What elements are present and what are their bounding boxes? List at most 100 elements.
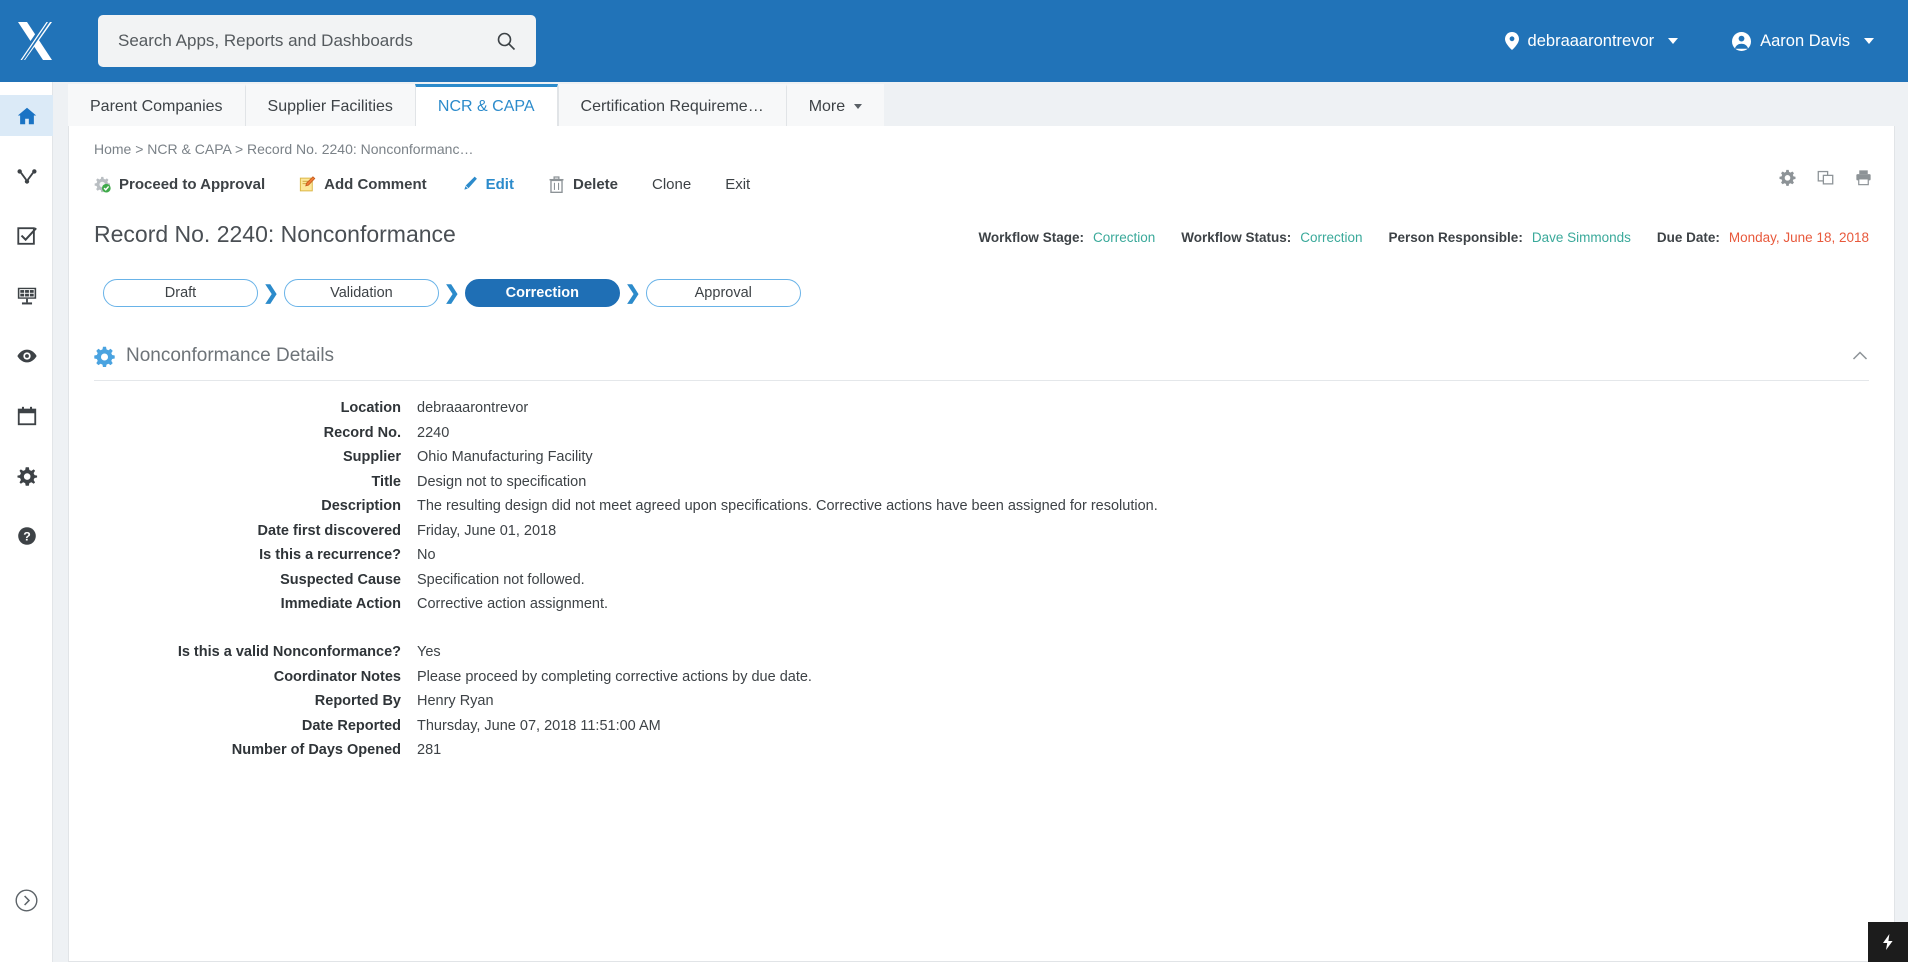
step-label: Approval bbox=[694, 285, 752, 301]
step-label: Validation bbox=[330, 285, 393, 301]
location-pin-icon bbox=[1504, 32, 1519, 50]
field-row: Date first discovered Friday, June 01, 2… bbox=[69, 523, 1894, 539]
sidebar-item-home[interactable] bbox=[0, 95, 53, 136]
field-label: Date first discovered bbox=[257, 522, 401, 539]
lightning-bolt-icon bbox=[1883, 934, 1893, 950]
tab-label: Certification Requireme… bbox=[580, 97, 764, 115]
corner-badge[interactable] bbox=[1868, 922, 1908, 962]
tab-bar: Parent Companies Supplier Facilities NCR… bbox=[53, 82, 1908, 126]
tab-parent-companies[interactable]: Parent Companies bbox=[68, 84, 245, 126]
action-label: Edit bbox=[485, 175, 514, 193]
workflow-branch-icon bbox=[16, 168, 37, 184]
field-label: Date Reported bbox=[301, 717, 401, 734]
dashboard-grid-icon bbox=[17, 287, 36, 304]
field-value: Design not to specification bbox=[417, 473, 587, 490]
field-value: 2240 bbox=[417, 424, 450, 441]
app-logo[interactable] bbox=[0, 0, 70, 82]
sidebar-item-dashboards[interactable] bbox=[0, 275, 53, 316]
sidebar-item-tasks[interactable] bbox=[0, 215, 53, 256]
duplicate-window-icon[interactable] bbox=[1817, 169, 1834, 186]
person-responsible-label: Person Responsible: bbox=[1388, 230, 1523, 245]
field-label: Record No. bbox=[323, 424, 401, 441]
trash-icon bbox=[549, 175, 564, 193]
field-label: Suspected Cause bbox=[280, 571, 401, 588]
tab-supplier-facilities[interactable]: Supplier Facilities bbox=[244, 84, 415, 126]
workflow-step-draft[interactable]: Draft bbox=[103, 279, 258, 307]
home-icon bbox=[17, 107, 36, 124]
user-avatar-icon bbox=[1732, 31, 1752, 51]
field-label: Location bbox=[340, 400, 401, 416]
field-row: Number of Days Opened 281 bbox=[69, 742, 1894, 758]
search-input[interactable]: Search Apps, Reports and Dashboards bbox=[98, 15, 536, 67]
delete-button[interactable]: Delete bbox=[548, 176, 618, 193]
pencil-icon bbox=[464, 176, 477, 190]
help-circle-icon: ? bbox=[17, 526, 36, 545]
proceed-to-approval-button[interactable]: Proceed to Approval bbox=[94, 176, 265, 193]
search-placeholder: Search Apps, Reports and Dashboards bbox=[118, 31, 413, 50]
field-row: Coordinator Notes Please proceed by comp… bbox=[69, 669, 1894, 685]
field-label: Supplier bbox=[342, 449, 401, 465]
nonconformance-detail-fields: Location debraaarontrevor Record No. 224… bbox=[69, 400, 1894, 758]
action-label: Add Comment bbox=[324, 175, 427, 193]
field-row: Is this a recurrence? No bbox=[69, 547, 1894, 563]
tab-ncr-capa[interactable]: NCR & CAPA bbox=[414, 84, 558, 126]
sidebar-item-calendar[interactable] bbox=[0, 395, 53, 436]
field-value: debraaarontrevor bbox=[417, 400, 529, 416]
chevron-right-icon: ❯ bbox=[263, 282, 279, 304]
field-row: Suspected Cause Specification not follow… bbox=[69, 572, 1894, 588]
gear-icon[interactable] bbox=[1779, 169, 1796, 186]
search-icon[interactable] bbox=[496, 31, 516, 51]
page-title: Record No. 2240: Nonconformance bbox=[94, 221, 456, 247]
gear-icon bbox=[94, 346, 115, 367]
gear-check-icon bbox=[94, 176, 111, 192]
tab-label: NCR & CAPA bbox=[437, 97, 535, 115]
chevron-up-icon[interactable] bbox=[1851, 347, 1869, 365]
sidebar-item-settings[interactable] bbox=[0, 455, 53, 496]
person-responsible-value[interactable]: Dave Simmonds bbox=[1532, 230, 1631, 245]
user-menu[interactable]: Aaron Davis bbox=[1732, 31, 1874, 51]
chevron-down-icon[interactable] bbox=[1864, 38, 1874, 44]
field-label: Immediate Action bbox=[280, 596, 401, 612]
workflow-step-correction[interactable]: Correction bbox=[464, 279, 620, 307]
sidebar-item-help[interactable]: ? bbox=[0, 515, 53, 556]
chevron-down-icon[interactable] bbox=[1668, 38, 1679, 44]
exit-button[interactable]: Exit bbox=[725, 176, 750, 193]
edit-button[interactable]: Edit bbox=[461, 176, 514, 193]
field-label: Coordinator Notes bbox=[273, 668, 401, 685]
add-comment-button[interactable]: Add Comment bbox=[299, 176, 427, 193]
workflow-stage-value[interactable]: Correction bbox=[1093, 230, 1155, 245]
tab-certification-requirements[interactable]: Certification Requireme… bbox=[557, 84, 786, 126]
field-row: Immediate Action Corrective action assig… bbox=[69, 596, 1894, 612]
field-label: Is this a recurrence? bbox=[259, 547, 401, 563]
field-label: Is this a valid Nonconformance? bbox=[177, 644, 401, 660]
field-row: Location debraaarontrevor bbox=[69, 400, 1894, 416]
print-icon[interactable] bbox=[1855, 169, 1872, 186]
workflow-status-value[interactable]: Correction bbox=[1300, 230, 1362, 245]
tab-more[interactable]: More bbox=[785, 84, 885, 126]
record-meta: Workflow Stage: Correction Workflow Stat… bbox=[978, 230, 1869, 245]
breadcrumb[interactable]: Home > NCR & CAPA > Record No. 2240: Non… bbox=[94, 141, 1894, 157]
field-row: Description The resulting design did not… bbox=[69, 498, 1894, 514]
sidebar-item-workflow[interactable] bbox=[0, 155, 53, 196]
chevron-down-icon bbox=[854, 104, 863, 109]
gear-icon bbox=[16, 466, 37, 486]
field-value: 281 bbox=[417, 742, 442, 758]
location-selector[interactable]: debraaarontrevor bbox=[1504, 31, 1679, 51]
workflow-stage-label: Workflow Stage: bbox=[978, 230, 1084, 245]
checkbox-task-icon bbox=[16, 226, 37, 245]
record-panel: Home > NCR & CAPA > Record No. 2240: Non… bbox=[68, 126, 1895, 962]
sidebar-expand-button[interactable] bbox=[0, 880, 53, 920]
workflow-step-validation[interactable]: Validation bbox=[283, 279, 439, 307]
clone-button[interactable]: Clone bbox=[652, 176, 691, 193]
field-value: Thursday, June 07, 2018 11:51:00 AM bbox=[417, 717, 661, 734]
chevron-right-icon: ❯ bbox=[443, 282, 460, 304]
sidebar-item-watch[interactable] bbox=[0, 335, 53, 376]
field-row: Record No. 2240 bbox=[69, 425, 1894, 441]
workflow-step-approval[interactable]: Approval bbox=[645, 279, 801, 307]
action-label: Proceed to Approval bbox=[119, 175, 266, 193]
section-title: Nonconformance Details bbox=[126, 345, 335, 366]
field-value: Ohio Manufacturing Facility bbox=[417, 449, 593, 465]
panel-tool-icons bbox=[1779, 169, 1872, 186]
location-label: debraaarontrevor bbox=[1527, 31, 1655, 50]
field-value: Corrective action assignment. bbox=[417, 596, 608, 612]
